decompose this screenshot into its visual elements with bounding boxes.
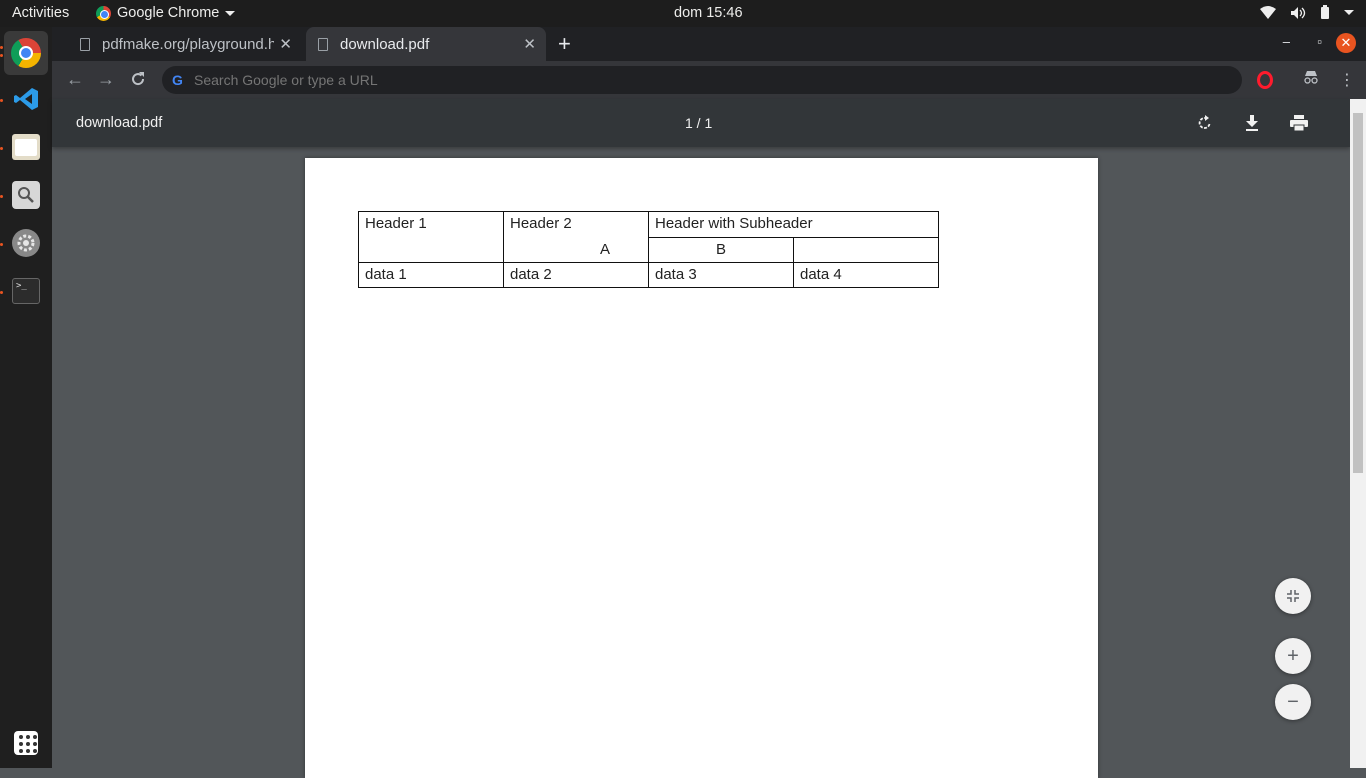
google-icon: G (172, 72, 183, 88)
table-header-cell: Header with Subheader (648, 211, 939, 238)
table-cell: data 4 (793, 262, 939, 288)
table-header-cell: Header 1 (358, 211, 504, 263)
system-menu-chevron-icon (1344, 10, 1354, 15)
rotate-icon[interactable] (1194, 112, 1216, 134)
battery-icon (1321, 5, 1329, 19)
forward-arrow-icon[interactable]: → (97, 69, 115, 90)
omnibox[interactable]: G (162, 66, 1242, 94)
dock-item-settings[interactable] (4, 221, 48, 265)
tab-download-pdf[interactable]: download.pdf ✕ (306, 27, 546, 61)
running-indicator (0, 46, 3, 49)
incognito-icon[interactable] (1303, 70, 1319, 84)
maximize-button[interactable]: ▫ (1317, 34, 1322, 49)
tab-strip: pdfmake.org/playground.html ✕ download.p… (52, 27, 1366, 61)
pdf-toolbar: download.pdf 1 / 1 (52, 99, 1350, 147)
running-indicator (0, 243, 3, 246)
dock-item-search[interactable] (4, 173, 48, 217)
page-icon (80, 37, 90, 51)
close-tab-icon[interactable]: ✕ (279, 35, 292, 53)
fit-to-page-button[interactable] (1275, 578, 1311, 614)
scroll-thumb[interactable] (1353, 113, 1363, 473)
wifi-icon (1260, 5, 1276, 19)
tab-pdfmake[interactable]: pdfmake.org/playground.html ✕ (70, 27, 302, 61)
dock-item-vscode[interactable] (4, 77, 48, 121)
running-indicator (0, 195, 3, 198)
zoom-out-button[interactable]: − (1275, 684, 1311, 720)
page-indicator: 1 / 1 (685, 115, 713, 131)
clock[interactable]: dom 15:46 (674, 5, 743, 21)
subheader-cell: B (648, 236, 794, 263)
table-cell: data 3 (648, 262, 794, 288)
dock-item-terminal[interactable]: >_ (4, 269, 48, 313)
volume-icon (1291, 6, 1306, 19)
terminal-icon: >_ (12, 278, 40, 304)
table-header-cell: Header 2 A (503, 211, 649, 263)
close-tab-icon[interactable]: ✕ (523, 35, 536, 53)
magnifier-icon (12, 181, 40, 209)
vertical-scrollbar[interactable] (1350, 99, 1366, 768)
back-arrow-icon[interactable]: ← (66, 69, 84, 90)
system-status-area[interactable] (1260, 5, 1354, 20)
pdf-page: Header 1 Header 2 A Header with Subheade… (305, 158, 1098, 778)
menu-dots-icon[interactable]: ⋮ (1339, 70, 1355, 90)
app-menu-label: Google Chrome (117, 5, 220, 21)
files-icon (12, 134, 40, 160)
dock: >_ (0, 27, 52, 768)
tab-title: pdfmake.org/playground.html (102, 35, 274, 53)
pdf-table: Header 1 Header 2 A Header with Subheade… (358, 211, 939, 288)
fit-page-icon (1287, 590, 1299, 602)
system-top-bar: Activities Google Chrome dom 15:46 (0, 0, 1366, 27)
download-icon[interactable] (1241, 112, 1263, 134)
close-window-button[interactable]: ✕ (1336, 33, 1356, 53)
minimize-button[interactable]: – (1283, 34, 1290, 49)
opera-extension-icon[interactable] (1257, 71, 1273, 89)
plus-icon: + (1287, 644, 1299, 667)
chrome-icon (11, 38, 41, 68)
chrome-icon (96, 5, 111, 21)
gear-icon (12, 229, 40, 257)
address-input[interactable] (194, 72, 994, 88)
subheader-cell (793, 236, 939, 263)
chevron-down-icon (225, 10, 236, 16)
tab-title: download.pdf (340, 35, 430, 53)
activities-button[interactable]: Activities (12, 5, 69, 21)
zoom-in-button[interactable]: + (1275, 638, 1311, 674)
running-indicator (0, 291, 3, 294)
running-indicator (0, 99, 3, 102)
print-icon[interactable] (1288, 112, 1310, 134)
browser-toolbar: ← → G ⋮ (52, 61, 1366, 99)
minus-icon: − (1287, 690, 1299, 713)
show-applications-icon[interactable] (14, 731, 38, 755)
subheader-a-label: A (599, 241, 610, 258)
vscode-icon (14, 88, 38, 110)
new-tab-button[interactable]: + (558, 31, 571, 57)
app-menu[interactable]: Google Chrome (96, 5, 236, 21)
table-cell: data 1 (358, 262, 504, 288)
reload-icon[interactable] (130, 71, 146, 87)
page-icon (318, 37, 328, 51)
running-indicator (0, 54, 3, 57)
dock-item-files[interactable] (4, 125, 48, 169)
table-cell: data 2 (503, 262, 649, 288)
dock-item-chrome[interactable] (4, 31, 48, 75)
header-2-label: Header 2 (510, 215, 572, 232)
pdf-filename: download.pdf (76, 115, 163, 131)
running-indicator (0, 147, 3, 150)
